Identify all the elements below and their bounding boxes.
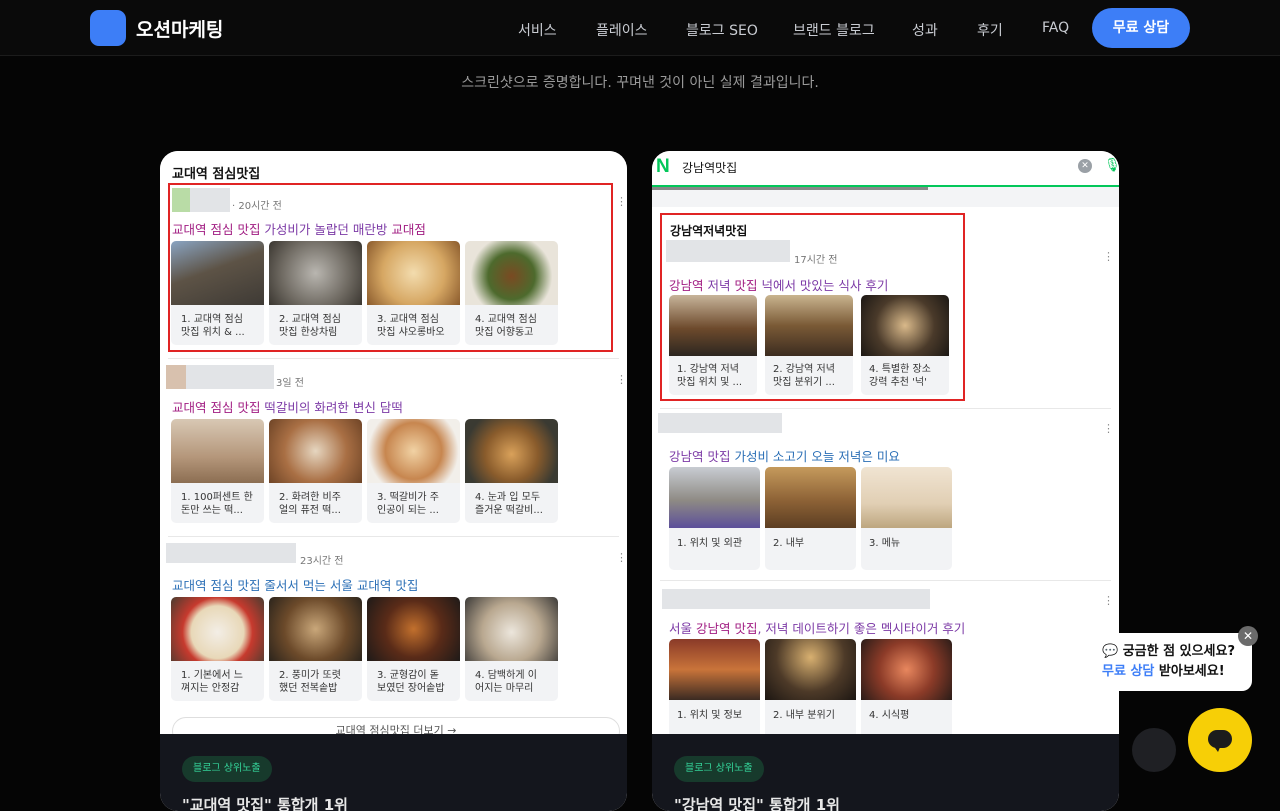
post-thumbnail[interactable]: 3. 균형감이 돋 보였던 장어솥밥 xyxy=(367,597,460,701)
author-blurred xyxy=(166,543,296,563)
more-options-icon[interactable]: ⋮ xyxy=(1103,422,1114,435)
naver-search-bar[interactable]: N 강남역맛집 ✕ 🎙 xyxy=(652,151,1119,187)
scroll-top-button[interactable] xyxy=(1132,728,1176,772)
post-thumbnail[interactable]: 2. 내부 xyxy=(765,467,856,570)
chat-prompt-line1: 💬 궁금한 점 있으세요? xyxy=(1102,644,1235,659)
search-screenshot: 교대역 점심맛집 · 20시간 전 ⋮ 교대역 점심 맛집 가성비가 놀랍던 매… xyxy=(160,151,627,734)
nav-reviews[interactable]: 후기 xyxy=(977,20,1003,40)
logo-icon[interactable] xyxy=(90,10,126,46)
author-blurred xyxy=(658,413,782,433)
highlight-box xyxy=(660,213,965,401)
proof-card-right: N 강남역맛집 ✕ 🎙 강남역저녁맛집 17시간 전 ⋮ 강남역 저녁 맛집 넉… xyxy=(652,151,1119,811)
post-title[interactable]: 교대역 점심 맛집 줄서서 먹는 서울 교대역 맛집 xyxy=(172,575,418,594)
search-query-text: 강남역맛집 xyxy=(682,161,738,175)
post-title[interactable]: 서울 강남역 맛집, 저녁 데이트하기 좋은 멕시타이거 후기 xyxy=(669,618,965,637)
nav-brand-blog[interactable]: 브랜드 블로그 xyxy=(793,20,875,40)
brand-name[interactable]: 오션마케팅 xyxy=(136,15,223,42)
post-thumbnail[interactable]: 4. 눈과 입 모두 즐거운 떡갈비... xyxy=(465,419,558,523)
post-title[interactable]: 교대역 점심 맛집 떡갈비의 화려한 변신 담떡 xyxy=(172,397,403,416)
post-thumbnail[interactable]: 1. 위치 및 정보 xyxy=(669,639,760,734)
search-query-title: 교대역 점심맛집 xyxy=(172,167,261,182)
category-badge: 블로그 상위노출 xyxy=(674,756,764,782)
avatar-blurred xyxy=(166,365,186,389)
highlight-box xyxy=(168,183,613,352)
post-thumbnail[interactable]: 3. 메뉴 xyxy=(861,467,952,570)
more-options-icon[interactable]: ⋮ xyxy=(1103,594,1114,607)
post-thumbnail[interactable]: 1. 위치 및 외관 xyxy=(669,467,760,570)
post-thumbnail[interactable]: 2. 풍미가 또렷 했던 전복솥밥 xyxy=(269,597,362,701)
nav-faq[interactable]: FAQ xyxy=(1042,20,1069,36)
search-screenshot: N 강남역맛집 ✕ 🎙 강남역저녁맛집 17시간 전 ⋮ 강남역 저녁 맛집 넉… xyxy=(652,151,1119,734)
post-thumbnail[interactable]: 4. 담백하게 이 어지는 마무리 xyxy=(465,597,558,701)
chat-launcher-button[interactable] xyxy=(1188,708,1252,772)
nav-services[interactable]: 서비스 xyxy=(518,20,557,40)
author-blurred xyxy=(186,365,274,389)
card-footer: 블로그 상위노출 "교대역 맛집" 통합개 1위 xyxy=(160,734,627,811)
post-thumbnail[interactable]: 1. 기본에서 느 껴지는 안정감 xyxy=(171,597,264,701)
chat-bubble-icon xyxy=(1208,730,1232,752)
post-time: 3일 전 xyxy=(276,378,304,389)
category-badge: 블로그 상위노출 xyxy=(182,756,272,782)
mic-icon[interactable]: 🎙 xyxy=(1104,158,1119,173)
card-title: "교대역 맛집" 통합개 1위 xyxy=(182,796,348,811)
nav-results[interactable]: 성과 xyxy=(912,20,938,40)
more-options-icon[interactable]: ⋮ xyxy=(616,551,627,564)
post-thumbnail[interactable]: 1. 100퍼센트 한 돈만 쓰는 떡... xyxy=(171,419,264,523)
more-options-icon[interactable]: ⋮ xyxy=(1103,250,1114,263)
author-blurred xyxy=(662,589,930,609)
card-footer: 블로그 상위노출 "강남역 맛집" 통합개 1위 xyxy=(652,734,1119,811)
more-options-icon[interactable]: ⋮ xyxy=(616,373,627,386)
post-thumbnail[interactable]: 2. 화려한 비주 얼의 퓨전 떡... xyxy=(269,419,362,523)
card-title: "강남역 맛집" 통합개 1위 xyxy=(674,796,840,811)
post-title[interactable]: 강남역 맛집 가성비 소고기 오늘 저녁은 미요 xyxy=(669,446,900,465)
section-subtitle: 스크린샷으로 증명합니다. 꾸며낸 것이 아닌 실제 결과입니다. xyxy=(461,75,819,91)
more-options-icon[interactable]: ⋮ xyxy=(616,195,627,208)
post-time: 23시간 전 xyxy=(300,556,344,567)
see-more-button[interactable]: 교대역 점심맛집 더보기 → xyxy=(172,717,620,734)
nav-place[interactable]: 플레이스 xyxy=(596,20,648,40)
post-thumbnail[interactable]: 4. 시식평 xyxy=(861,639,952,734)
free-consult-button[interactable]: 무료 상담 xyxy=(1092,8,1190,48)
post-thumbnail[interactable]: 2. 내부 분위기 xyxy=(765,639,856,734)
chat-prompt-bubble[interactable]: 💬 궁금한 점 있으세요? 무료 상담 받아보세요! xyxy=(1084,633,1252,691)
proof-card-left: 교대역 점심맛집 · 20시간 전 ⋮ 교대역 점심 맛집 가성비가 놀랍던 매… xyxy=(160,151,627,811)
close-icon[interactable]: ✕ xyxy=(1238,626,1258,646)
naver-logo-icon: N xyxy=(656,156,670,177)
top-navbar: 오션마케팅 서비스 플레이스 블로그 SEO 브랜드 블로그 성과 후기 FAQ… xyxy=(0,0,1280,56)
post-thumbnail[interactable]: 3. 떡갈비가 주 인공이 되는 ... xyxy=(367,419,460,523)
clear-icon[interactable]: ✕ xyxy=(1078,159,1092,173)
chat-prompt-line2: 무료 상담 받아보세요! xyxy=(1102,664,1225,679)
nav-blog-seo[interactable]: 블로그 SEO xyxy=(686,20,758,40)
